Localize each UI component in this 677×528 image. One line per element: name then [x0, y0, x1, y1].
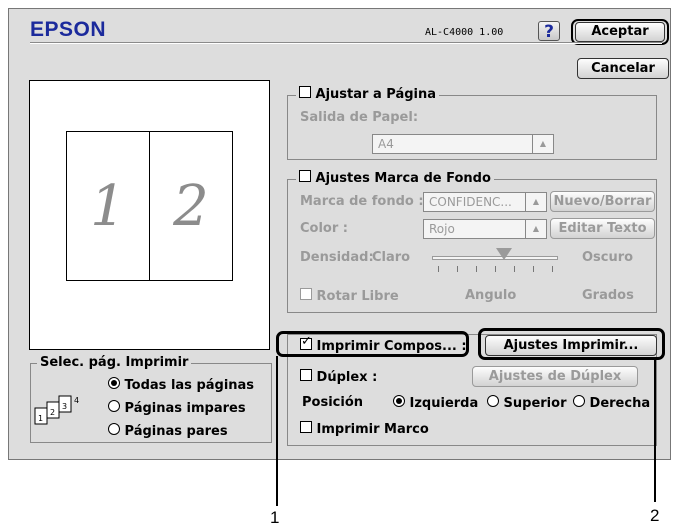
all-pages-radio[interactable] — [108, 377, 120, 389]
fit-page-label: Ajustar a Página — [315, 87, 437, 102]
density-tick — [552, 266, 553, 272]
position-left-option[interactable]: Izquierda — [393, 395, 478, 411]
print-select-title: Selec. pág. Imprimir — [37, 355, 192, 370]
density-high-label: Oscuro — [582, 250, 634, 265]
position-left-label: Izquierda — [409, 396, 479, 411]
edit-text-button[interactable]: Editar Texto — [550, 218, 655, 239]
all-pages-label: Todas las páginas — [124, 378, 255, 393]
svg-text:2: 2 — [50, 408, 55, 417]
paper-size-select[interactable]: A4 ▲ — [372, 134, 554, 154]
preview-page-1: 1 — [66, 131, 150, 281]
even-pages-label: Páginas pares — [124, 424, 228, 439]
print-layout-option[interactable]: Imprimir Compos... : — [300, 334, 467, 354]
callout-1-line — [276, 356, 278, 506]
updown-arrow-icon: ▲ — [525, 220, 546, 238]
even-pages-option[interactable]: Páginas pares — [108, 423, 228, 439]
position-right-label: Derecha — [589, 396, 651, 411]
rotate-free-label: Rotar Libre — [316, 289, 399, 304]
position-right-radio[interactable] — [573, 395, 585, 407]
density-tick — [438, 266, 439, 272]
density-tick — [495, 266, 496, 272]
density-tick — [514, 266, 515, 272]
all-pages-option[interactable]: Todas las páginas — [108, 377, 254, 393]
density-low-label: Claro — [372, 250, 411, 265]
page-preview: 1 2 — [29, 80, 270, 350]
accept-button[interactable]: Aceptar — [575, 22, 665, 42]
position-top-option[interactable]: Superior — [487, 395, 566, 411]
density-tick — [533, 266, 534, 272]
watermark-checkbox[interactable] — [299, 170, 311, 182]
callout-2-number: 2 — [650, 506, 660, 525]
even-pages-radio[interactable] — [108, 423, 120, 435]
updown-arrow-icon: ▲ — [532, 135, 553, 153]
watermark-title: Ajustes Marca de Fondo — [296, 170, 494, 186]
position-label: Posición — [302, 395, 364, 410]
position-top-radio[interactable] — [487, 395, 499, 407]
density-ticks — [438, 266, 553, 272]
degrees-label: Grados — [582, 288, 634, 303]
position-top-label: Superior — [503, 396, 567, 411]
print-layout-checkbox[interactable] — [300, 334, 312, 350]
fit-page-checkbox[interactable] — [299, 86, 311, 98]
duplex-checkbox[interactable] — [300, 369, 312, 381]
epson-logo: EPSON — [30, 18, 107, 41]
callout-1-number: 1 — [270, 508, 280, 527]
page-stack-icon: 1 2 3 4 — [33, 392, 89, 428]
duplex-option[interactable]: Dúplex : — [300, 369, 377, 385]
cancel-button[interactable]: Cancelar — [577, 58, 669, 79]
callout-2-line — [654, 359, 656, 502]
rotate-free-option[interactable]: Rotar Libre — [300, 288, 399, 304]
angle-label: Angulo — [465, 288, 517, 303]
svg-text:3: 3 — [62, 402, 67, 411]
preview-page-2: 2 — [149, 131, 233, 281]
mark-value: CONFIDENC... — [429, 195, 512, 209]
odd-pages-option[interactable]: Páginas impares — [108, 400, 246, 416]
rotate-free-checkbox[interactable] — [300, 288, 312, 300]
color-select[interactable]: Rojo ▲ — [423, 219, 547, 239]
svg-text:1: 1 — [38, 414, 43, 423]
color-label: Color : — [300, 221, 348, 236]
print-frame-label: Imprimir Marco — [316, 422, 429, 437]
print-layout-label: Imprimir Compos... : — [316, 339, 467, 354]
paper-output-label: Salida de Papel: — [300, 110, 419, 125]
density-tick — [457, 266, 458, 272]
density-tick — [476, 266, 477, 272]
fit-page-title: Ajustar a Página — [296, 86, 440, 102]
print-frame-checkbox[interactable] — [300, 421, 312, 433]
density-label: Densidad: — [300, 250, 374, 265]
color-value: Rojo — [429, 222, 455, 236]
duplex-label: Dúplex : — [316, 370, 378, 385]
odd-pages-radio[interactable] — [108, 400, 120, 412]
position-left-radio[interactable] — [393, 395, 405, 407]
help-button[interactable]: ? — [538, 21, 560, 42]
watermark-label: Ajustes Marca de Fondo — [315, 171, 491, 186]
position-right-option[interactable]: Derecha — [573, 395, 650, 411]
mark-label: Marca de fondo : — [300, 194, 424, 209]
print-settings-button[interactable]: Ajustes Imprimir... — [485, 335, 657, 356]
paper-size-value: A4 — [378, 137, 394, 151]
density-slider-thumb[interactable] — [495, 248, 512, 260]
print-frame-option[interactable]: Imprimir Marco — [300, 421, 429, 437]
model-version: AL-C4000 1.00 — [425, 27, 504, 38]
odd-pages-label: Páginas impares — [124, 401, 246, 416]
duplex-settings-button[interactable]: Ajustes de Dúplex — [472, 366, 638, 387]
new-delete-button[interactable]: Nuevo/Borrar — [550, 191, 655, 212]
updown-arrow-icon: ▲ — [525, 193, 546, 211]
svg-text:4: 4 — [74, 396, 79, 405]
mark-select[interactable]: CONFIDENC... ▲ — [423, 192, 547, 212]
header-divider — [30, 42, 662, 44]
